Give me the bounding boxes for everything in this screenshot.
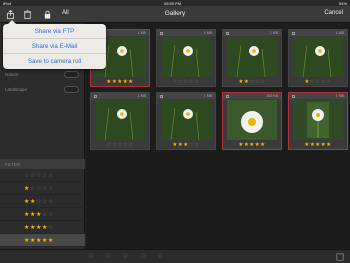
star-rating[interactable]: ★☆☆☆☆ <box>289 79 347 85</box>
thumbnail-header: 1 MB <box>289 30 347 36</box>
battery-label: 54% <box>338 0 347 6</box>
clock: 09:55 PM <box>164 0 182 6</box>
file-size: 1 MB <box>137 94 146 98</box>
filter-rating-0[interactable]: ☆☆☆☆☆ <box>0 169 85 182</box>
sidebar-row-label: Landscape <box>5 87 28 92</box>
file-size: 1 MB <box>335 31 344 35</box>
rating-stars-bar[interactable]: ☆☆☆☆☆ <box>88 252 174 260</box>
thumbnail-grid: 1 MB ★★★★★ 1 MB ☆☆☆☆☆ 1 MB ★★☆☆☆ 1 MB ★☆☆☆☆ 1 MB… <box>86 23 350 249</box>
share-popover: Share via FTP Share via E-Mail Save to c… <box>3 20 106 69</box>
select-checkbox[interactable] <box>292 94 295 98</box>
photo-thumbnail[interactable]: 1 MB ★★★★★ <box>288 92 348 150</box>
photo-image <box>161 100 211 140</box>
star-rating[interactable]: ★★★☆☆ <box>157 142 215 148</box>
sidebar-row-label: Nature <box>5 72 19 77</box>
expand-icon[interactable] <box>336 253 344 261</box>
select-checkbox[interactable] <box>226 94 229 98</box>
save-camera-roll-item[interactable]: Save to camera roll <box>3 54 106 69</box>
star-rating[interactable]: ★★★★★ <box>223 142 281 148</box>
star-rating: ★★★★★ <box>24 237 54 244</box>
thumbnail-header: 1 MB <box>91 93 149 99</box>
thumbnail-header: 1 MB <box>157 93 215 99</box>
photo-image <box>227 37 277 77</box>
filter-rating-2[interactable]: ★★☆☆☆ <box>0 195 85 208</box>
photo-thumbnail[interactable]: 352 KB ★★★★★ <box>222 92 282 150</box>
file-size: 1 MB <box>335 94 344 98</box>
filter-rating-1[interactable]: ★☆☆☆☆ <box>0 182 85 195</box>
photo-image <box>293 37 343 77</box>
star-rating: ☆☆☆☆☆ <box>24 172 54 179</box>
file-size: 1 MB <box>137 31 146 35</box>
page-title: Gallery <box>164 10 186 17</box>
select-checkbox[interactable] <box>292 31 295 35</box>
photo-image <box>95 100 145 140</box>
nav-bar: All Gallery Cancel <box>0 6 350 23</box>
star-rating: ★★★☆☆ <box>24 211 54 218</box>
filter-rating-3[interactable]: ★★★☆☆ <box>0 208 85 221</box>
filter-rating-5[interactable]: ★★★★★ <box>0 234 85 247</box>
toggle-switch[interactable] <box>64 71 79 78</box>
photo-thumbnail[interactable]: 1 MB ☆☆☆☆☆ <box>156 29 216 87</box>
photo-image <box>227 100 277 140</box>
star-rating: ★★★★☆ <box>24 224 54 231</box>
select-checkbox[interactable] <box>94 94 97 98</box>
star-rating[interactable]: ☆☆☆☆☆ <box>157 79 215 85</box>
star-rating[interactable]: ☆☆☆☆☆ <box>91 142 149 148</box>
toggle-switch[interactable] <box>64 86 79 93</box>
star-rating: ★★☆☆☆ <box>24 198 54 205</box>
select-checkbox[interactable] <box>160 94 163 98</box>
filter-rating-4[interactable]: ★★★★☆ <box>0 221 85 234</box>
sidebar-row[interactable]: Landscape <box>0 84 85 95</box>
photo-thumbnail[interactable]: 1 MB ☆☆☆☆☆ <box>90 92 150 150</box>
bottom-toolbar: ☆☆☆☆☆ <box>0 249 350 263</box>
thumbnail-header: 1 MB <box>223 30 281 36</box>
thumbnail-header: 1 MB <box>157 30 215 36</box>
share-email-item[interactable]: Share via E-Mail <box>3 39 106 54</box>
thumbnail-header: 1 MB <box>289 93 347 99</box>
file-size: 352 KB <box>266 94 278 98</box>
star-rating[interactable]: ★★★★★ <box>91 79 149 85</box>
select-checkbox[interactable] <box>226 31 229 35</box>
star-rating[interactable]: ★★☆☆☆ <box>223 79 281 85</box>
photo-thumbnail[interactable]: 1 MB ★★☆☆☆ <box>222 29 282 87</box>
cancel-button[interactable]: Cancel <box>324 10 343 16</box>
star-rating[interactable]: ★★★★★ <box>289 142 347 148</box>
photo-image <box>293 100 343 140</box>
select-checkbox[interactable] <box>160 31 163 35</box>
file-size: 1 MB <box>203 31 212 35</box>
sidebar-row[interactable]: Nature <box>0 69 85 80</box>
star-rating: ★☆☆☆☆ <box>24 185 54 192</box>
share-ftp-item[interactable]: Share via FTP <box>3 24 106 39</box>
photo-image <box>161 37 211 77</box>
file-size: 1 MB <box>203 94 212 98</box>
photo-thumbnail[interactable]: 1 MB ★☆☆☆☆ <box>288 29 348 87</box>
file-size: 1 MB <box>269 31 278 35</box>
device-label: iPod <box>3 0 12 6</box>
filter-heading: FILTER <box>0 159 85 169</box>
thumbnail-header: 352 KB <box>223 93 281 99</box>
photo-thumbnail[interactable]: 1 MB ★★★☆☆ <box>156 92 216 150</box>
